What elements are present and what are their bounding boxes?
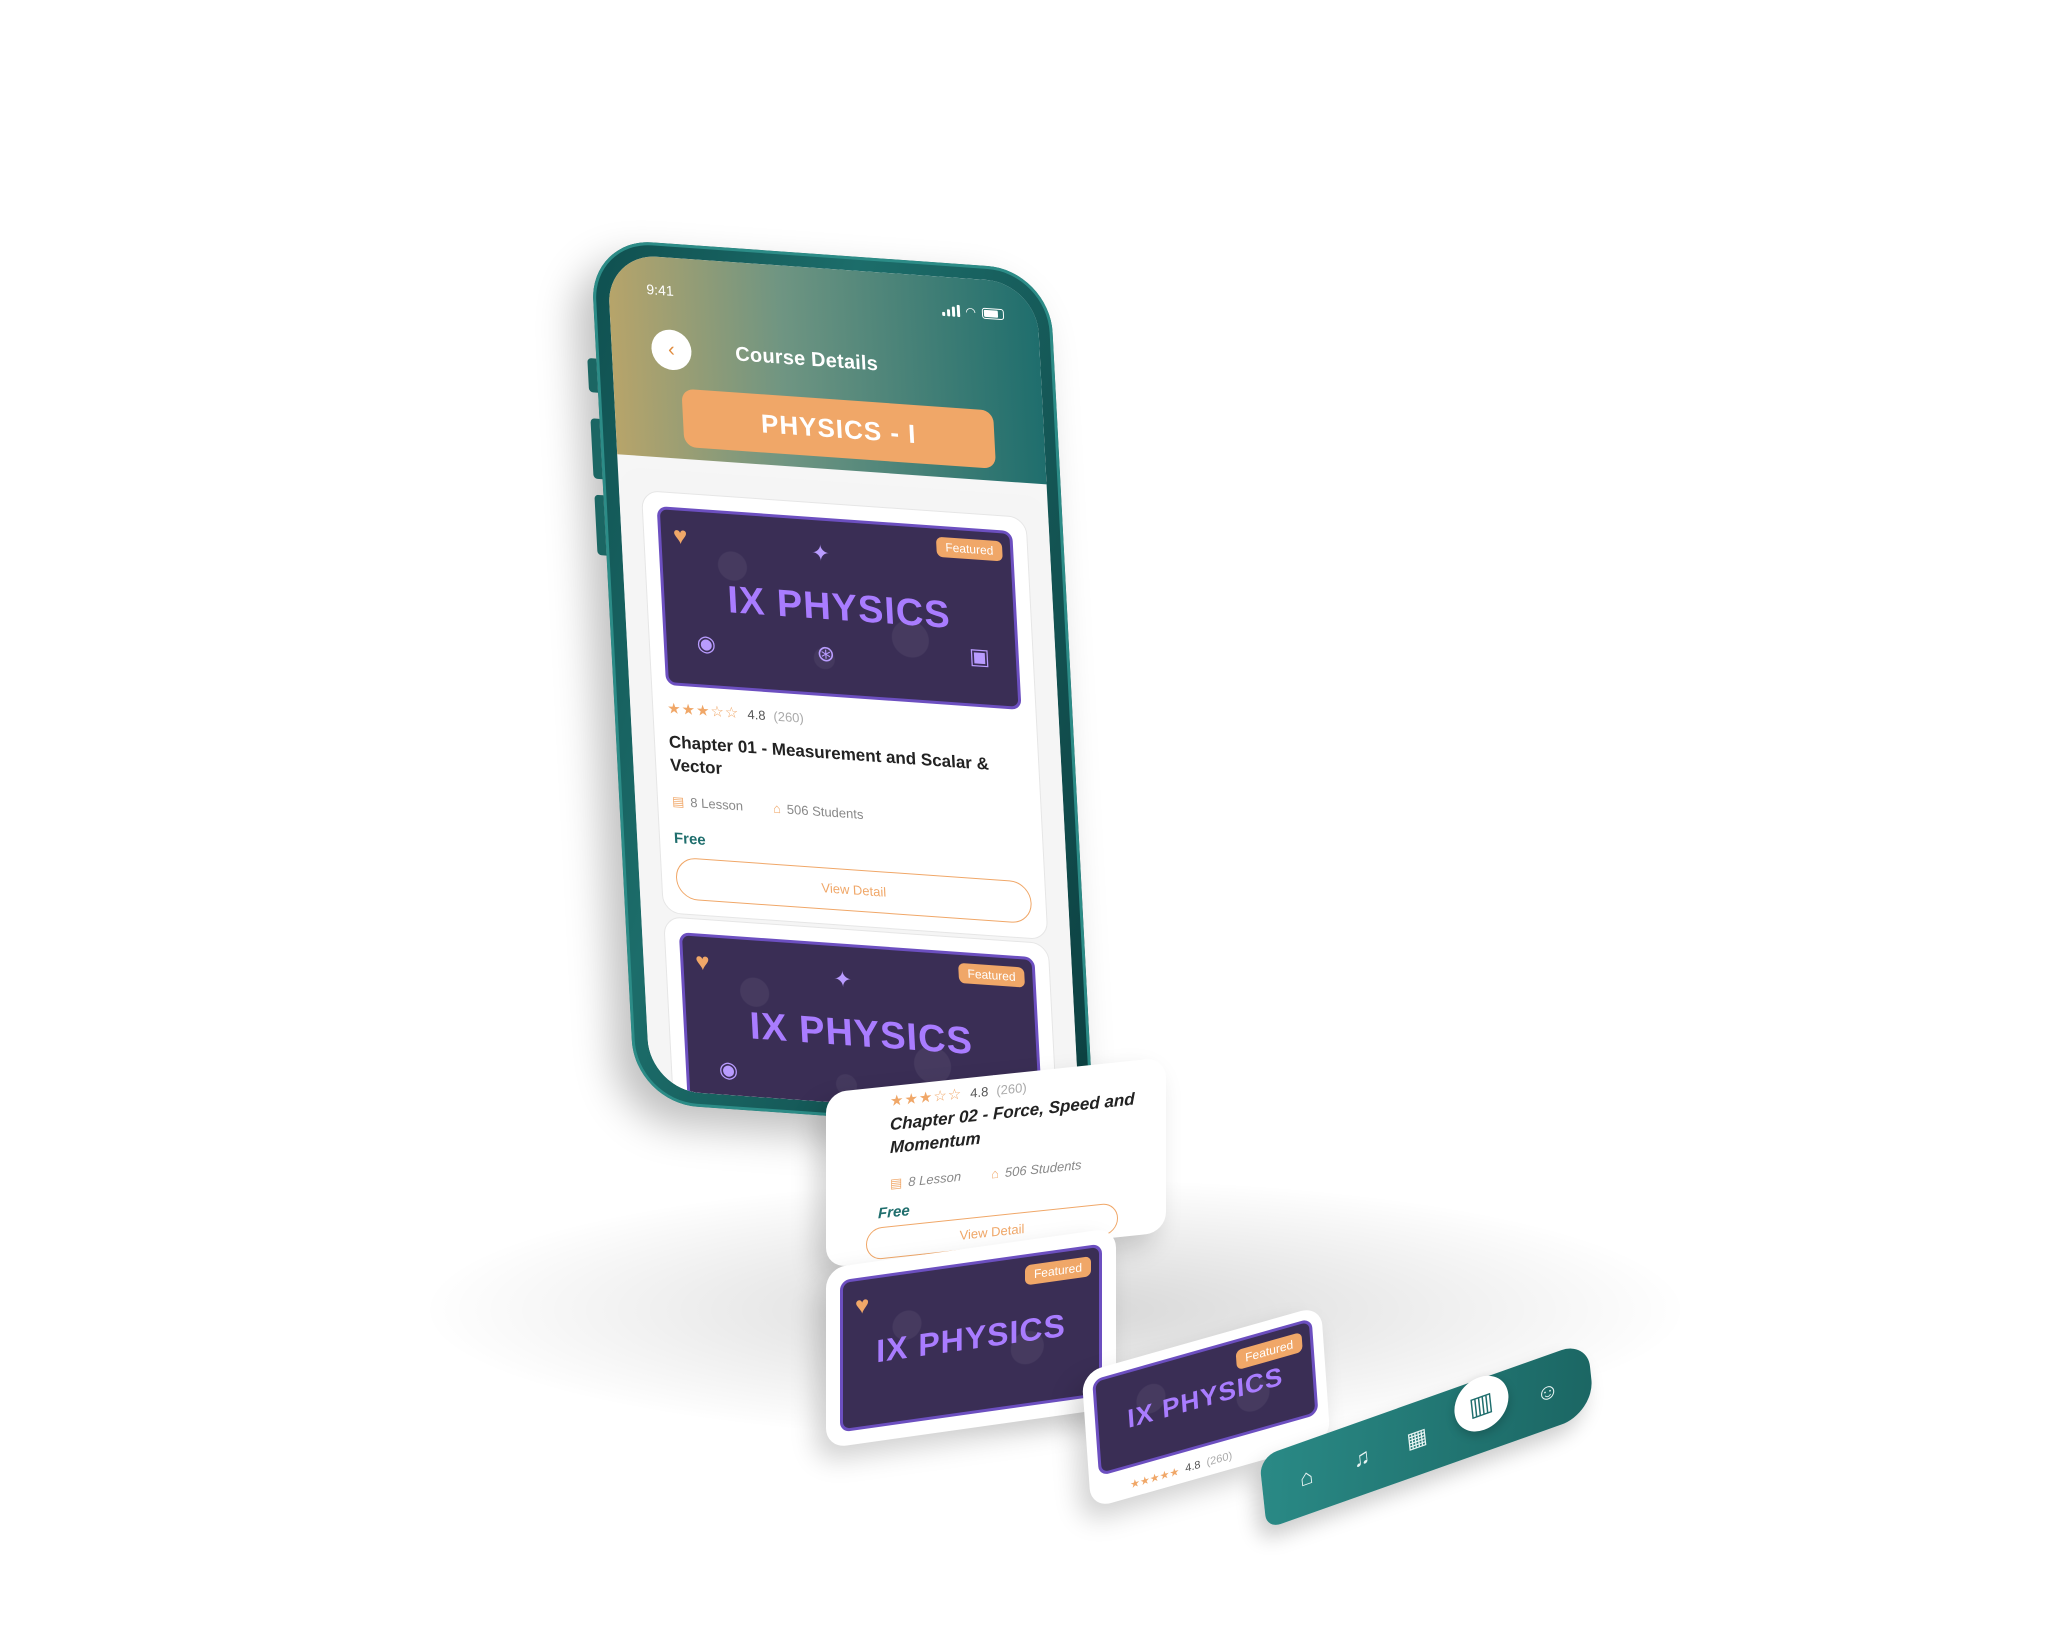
star-rating-icon: ★★★☆☆ — [666, 700, 740, 723]
subject-title: PHYSICS - I — [681, 388, 997, 469]
course-price: Free — [878, 1202, 910, 1223]
featured-badge: Featured — [958, 962, 1026, 988]
apple-icon: ◉ — [695, 629, 717, 657]
course-card[interactable]: ♥ Featured ◉ ✦ ⊛ ▣ IX PHYSICS ★★★☆☆ 4.8 … — [640, 489, 1049, 941]
phone-screen: 9:41 ◠ ‹ Course Details PHYSICS - I ♥ Fe… — [606, 253, 1080, 1120]
document-icon: ▤ — [671, 793, 685, 810]
status-time: 9:41 — [645, 280, 675, 299]
page-title: Course Details — [734, 342, 879, 375]
course-title: Chapter 01 - Measurement and Scalar & Ve… — [668, 732, 990, 778]
apple-icon: ◉ — [718, 1056, 739, 1083]
back-button[interactable]: ‹ — [650, 328, 693, 372]
calendar-icon[interactable]: ▦ — [1398, 1416, 1435, 1461]
thumbnail-text: IX PHYSICS — [748, 1004, 974, 1063]
thumbnail-text: IX PHYSICS — [876, 1306, 1066, 1369]
bell-icon[interactable]: ♫ — [1343, 1436, 1380, 1481]
rating-count: (260) — [1206, 1449, 1233, 1469]
mute-switch — [587, 357, 599, 393]
rating-value: 4.8 — [1184, 1458, 1201, 1475]
home-icon[interactable]: ⌂ — [1288, 1455, 1325, 1500]
rating-value: 4.8 — [746, 706, 766, 723]
course-card-ribbon[interactable]: ★★★☆☆ 4.8 (260) Chapter 02 - Force, Spee… — [826, 1057, 1166, 1268]
bulb-icon: ✦ — [810, 539, 831, 567]
phone-device: 9:41 ◠ ‹ Course Details PHYSICS - I ♥ Fe… — [587, 238, 1095, 1135]
lesson-count: ▤ 8 Lesson — [890, 1168, 962, 1192]
rating-count: (260) — [773, 708, 805, 726]
lesson-count: ▤ 8 Lesson — [671, 793, 744, 814]
board-icon: ▣ — [968, 643, 991, 670]
course-thumbnail: ♥ Featured ◉ ✦ ⊛ ▣ IX PHYSICS — [656, 506, 1022, 710]
course-meta: ▤ 8 Lesson ⌂ 506 Students — [890, 1156, 1082, 1192]
student-count: ⌂ 506 Students — [772, 800, 864, 823]
app-header: 9:41 ◠ ‹ Course Details PHYSICS - I — [606, 253, 1047, 485]
battery-icon — [981, 307, 1005, 320]
course-thumbnail: ♥ Featured IX PHYSICS — [840, 1243, 1102, 1433]
wifi-icon: ◠ — [965, 304, 977, 320]
atom-icon: ⊛ — [815, 640, 836, 667]
thumbnail-text: IX PHYSICS — [1126, 1359, 1285, 1434]
profile-icon[interactable]: ☺ — [1529, 1370, 1566, 1415]
rating-count: (260) — [996, 1079, 1027, 1098]
heart-icon[interactable]: ♥ — [672, 522, 688, 551]
heart-icon[interactable]: ♥ — [855, 1291, 869, 1321]
thumbnail-text: IX PHYSICS — [726, 578, 952, 637]
chevron-left-icon: ‹ — [667, 338, 676, 361]
status-icons: ◠ — [941, 303, 1005, 321]
course-list: ♥ Featured ◉ ✦ ⊛ ▣ IX PHYSICS ★★★☆☆ 4.8 … — [617, 466, 1080, 1120]
document-icon: ▤ — [890, 1174, 903, 1192]
status-bar: 9:41 ◠ — [646, 278, 1005, 325]
signal-icon — [941, 304, 960, 318]
star-rating-icon: ★★★★★ — [1129, 1465, 1180, 1492]
course-meta: ▤ 8 Lesson ⌂ 506 Students — [672, 793, 1028, 834]
heart-icon[interactable]: ♥ — [695, 948, 711, 977]
star-rating-icon: ★★★☆☆ — [890, 1085, 963, 1111]
nav-row: ‹ Course Details — [650, 324, 1022, 398]
featured-badge: Featured — [935, 536, 1003, 562]
graduation-cap-icon: ⌂ — [772, 800, 782, 817]
graduation-cap-icon: ⌂ — [991, 1165, 999, 1182]
featured-badge: Featured — [1024, 1256, 1091, 1286]
bulb-icon: ✦ — [832, 966, 853, 993]
student-count: ⌂ 506 Students — [991, 1156, 1082, 1182]
rating-value: 4.8 — [970, 1083, 989, 1101]
